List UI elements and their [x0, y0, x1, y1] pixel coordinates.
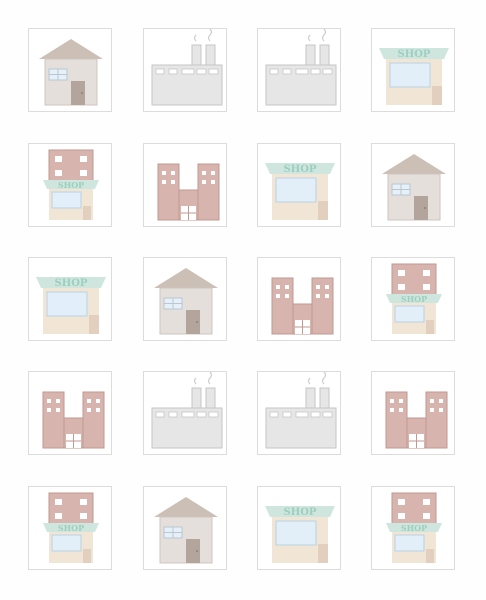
- store-building-icon: SHOP: [386, 492, 442, 563]
- shop-sign-text: SHOP: [55, 278, 88, 289]
- tile-illustration: SHOP: [379, 48, 449, 105]
- house-icon: [382, 154, 446, 221]
- shop-sign-text: SHOP: [284, 507, 317, 518]
- tile-illustration: SHOP: [43, 149, 99, 220]
- store-building-icon: SHOP: [43, 492, 99, 563]
- tile-illustration: [151, 372, 223, 449]
- tile-illustration: SHOP: [386, 263, 442, 334]
- tile-illustration: SHOP: [265, 163, 335, 220]
- factory-icon: [151, 29, 223, 106]
- tile-office[interactable]: [28, 371, 112, 455]
- factory-icon: [265, 29, 337, 106]
- office-building-icon: [42, 391, 105, 449]
- shop-icon: SHOP: [265, 163, 335, 220]
- shop-sign-text: SHOP: [401, 294, 427, 304]
- tile-office[interactable]: [257, 257, 341, 341]
- tile-factory[interactable]: [143, 371, 227, 455]
- tile-factory[interactable]: [257, 28, 341, 112]
- tile-house[interactable]: [143, 486, 227, 570]
- tile-illustration: [157, 163, 220, 221]
- factory-icon: [265, 372, 337, 449]
- tile-illustration: [39, 39, 103, 106]
- tile-illustration: [382, 154, 446, 221]
- shop-icon: SHOP: [265, 506, 335, 563]
- house-icon: [39, 39, 103, 106]
- tile-office[interactable]: [143, 143, 227, 227]
- tile-illustration: [271, 277, 334, 335]
- tile-house[interactable]: [28, 28, 112, 112]
- tile-illustration: [154, 268, 218, 335]
- tile-illustration: [385, 391, 448, 449]
- tile-illustration: [265, 29, 337, 106]
- tile-house[interactable]: [371, 143, 455, 227]
- tile-store[interactable]: SHOP: [371, 486, 455, 570]
- house-icon: [154, 268, 218, 335]
- shop-sign-text: SHOP: [58, 180, 84, 190]
- office-building-icon: [271, 277, 334, 335]
- tile-factory[interactable]: [257, 371, 341, 455]
- tile-illustration: [265, 372, 337, 449]
- tile-illustration: SHOP: [43, 492, 99, 563]
- tile-illustration: SHOP: [36, 277, 106, 334]
- shop-sign-text: SHOP: [401, 523, 427, 533]
- shop-icon: SHOP: [36, 277, 106, 334]
- tile-store[interactable]: SHOP: [28, 143, 112, 227]
- office-building-icon: [385, 391, 448, 449]
- tile-office[interactable]: [371, 371, 455, 455]
- factory-icon: [151, 372, 223, 449]
- tile-illustration: [154, 497, 218, 564]
- tile-illustration: SHOP: [386, 492, 442, 563]
- store-building-icon: SHOP: [386, 263, 442, 334]
- store-building-icon: SHOP: [43, 149, 99, 220]
- tile-shop[interactable]: SHOP: [257, 486, 341, 570]
- tile-house[interactable]: [143, 257, 227, 341]
- shop-sign-text: SHOP: [58, 523, 84, 533]
- tile-illustration: [151, 29, 223, 106]
- tile-illustration: [42, 391, 105, 449]
- office-building-icon: [157, 163, 220, 221]
- tile-store[interactable]: SHOP: [28, 486, 112, 570]
- house-icon: [154, 497, 218, 564]
- tile-store[interactable]: SHOP: [371, 257, 455, 341]
- tile-factory[interactable]: [143, 28, 227, 112]
- shop-sign-text: SHOP: [398, 49, 431, 60]
- building-memory-board: SHOP SHOP SHOP SHOP SHOP SHOP SHOP SHOP: [0, 0, 486, 600]
- shop-sign-text: SHOP: [284, 164, 317, 175]
- tile-shop[interactable]: SHOP: [257, 143, 341, 227]
- shop-icon: SHOP: [379, 48, 449, 105]
- tile-shop[interactable]: SHOP: [371, 28, 455, 112]
- tile-shop[interactable]: SHOP: [28, 257, 112, 341]
- tile-illustration: SHOP: [265, 506, 335, 563]
